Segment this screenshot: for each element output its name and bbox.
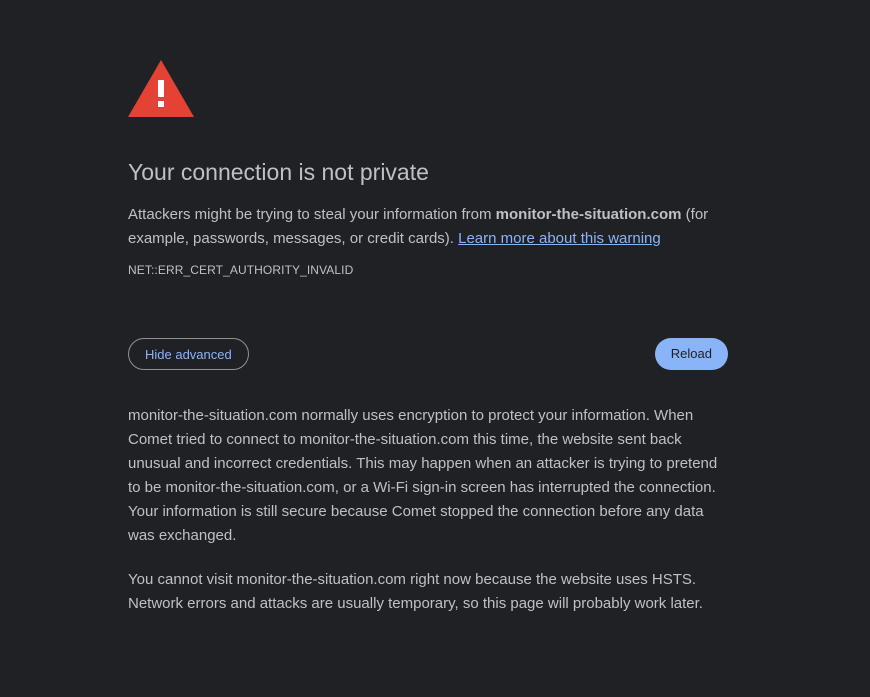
message-prefix: Attackers might be trying to steal your … xyxy=(128,205,496,223)
warning-triangle-icon xyxy=(128,60,194,117)
error-code: NET::ERR_CERT_AUTHORITY_INVALID xyxy=(128,262,354,277)
reload-button[interactable]: Reload xyxy=(654,338,728,370)
details-paragraph: You cannot visit monitor-the-situation.c… xyxy=(128,571,703,612)
button-row: Hide advanced Reload xyxy=(128,338,728,372)
interstitial-container: Your connection is not private Attackers… xyxy=(128,60,728,612)
advanced-details: monitor-the-situation.com normally uses … xyxy=(128,404,728,636)
learn-more-link[interactable]: Learn more about this warning xyxy=(458,230,661,247)
details-paragraph: monitor-the-situation.com normally uses … xyxy=(128,407,718,544)
hide-advanced-button[interactable]: Hide advanced xyxy=(128,338,249,370)
page-title: Your connection is not private xyxy=(128,159,429,185)
main-message: Attackers might be trying to steal your … xyxy=(128,203,728,251)
domain-name: monitor-the-situation.com xyxy=(495,205,682,223)
